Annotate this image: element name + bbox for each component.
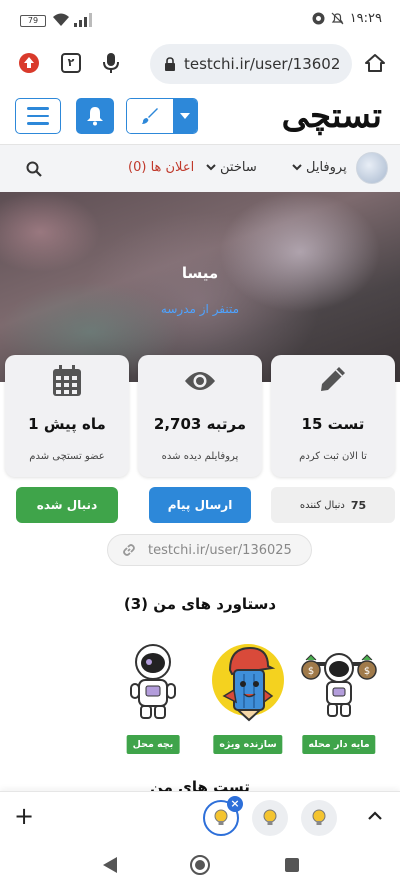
nav-build[interactable]: ساختن	[206, 160, 257, 175]
follow-button[interactable]: دنبال شده	[16, 487, 118, 523]
theme-button[interactable]	[127, 99, 173, 133]
back-icon[interactable]	[98, 853, 122, 877]
status-bar: 79 ۱۹:۲۹	[0, 0, 400, 38]
signal-icon	[74, 13, 92, 27]
clock: ۱۹:۲۹	[349, 11, 382, 26]
achievement-special-maker[interactable]: سازنده ویژه	[207, 640, 289, 754]
tab-group-item[interactable]	[301, 800, 337, 836]
stat-label: پروفایلم دیده شده	[161, 451, 239, 462]
svg-text:$: $	[364, 666, 370, 677]
achievement-rich[interactable]: $ $ مایه دار محله	[298, 640, 380, 754]
chevron-down-icon	[292, 164, 302, 171]
svg-text:$: $	[308, 666, 314, 677]
pencil-icon	[271, 365, 395, 393]
user-avatar[interactable]	[356, 152, 388, 184]
tab-group-item-active[interactable]: ×	[203, 796, 243, 836]
caret-down-icon	[180, 113, 190, 119]
recents-icon[interactable]	[280, 853, 304, 877]
stat-card-tests: 15 تست تا الان ثبت کردم	[271, 355, 395, 477]
close-tab-icon[interactable]: ×	[227, 796, 243, 812]
eye-icon	[138, 365, 262, 393]
tab-switcher-button[interactable]: ۲	[58, 50, 84, 76]
bottom-tab-bar: + ×	[0, 791, 400, 841]
lock-icon	[165, 56, 175, 71]
browser-toolbar: ۲ testchi.ir/user/13602	[0, 38, 400, 90]
battery-icon: 79	[20, 15, 46, 27]
profile-link-pill[interactable]: testchi.ir/user/136025	[107, 534, 312, 566]
menu-line	[27, 122, 49, 125]
system-nav-bar	[0, 841, 400, 889]
stat-card-views: 2,703 مرتبه پروفایلم دیده شده	[138, 355, 262, 477]
home-icon[interactable]	[362, 50, 388, 76]
stat-label: تا الان ثبت کردم	[299, 451, 367, 462]
lightbulb-icon	[263, 809, 277, 825]
calendar-icon	[5, 365, 129, 397]
link-icon	[123, 544, 135, 556]
lightbulb-icon	[214, 809, 228, 825]
profile-link-text: testchi.ir/user/136025	[148, 542, 292, 558]
nav-notifications[interactable]: اعلان ها (0)	[128, 160, 194, 175]
followers-label: دنبال کننده	[299, 499, 345, 511]
stat-value: 2,703 مرتبه	[153, 415, 247, 433]
home-circle-icon[interactable]	[188, 853, 212, 877]
achievement-label: سازنده ویژه	[213, 735, 283, 754]
main-nav: اعلان ها (0) ساختن پروفایل	[0, 144, 400, 192]
lightbulb-icon	[312, 809, 326, 825]
status-right: ۱۹:۲۹	[312, 11, 382, 26]
profile-banner: میسا متنفر از مدرسه	[0, 192, 400, 382]
achievement-label: مایه دار محله	[302, 735, 376, 754]
stat-value: 1 ماه پیش	[28, 415, 106, 433]
chevron-up-icon[interactable]	[368, 805, 382, 824]
stat-card-membership: 1 ماه پیش عضو تستچی شدم	[5, 355, 129, 477]
stat-value: 15 تست	[301, 415, 365, 433]
hamburger-menu-button[interactable]	[15, 98, 61, 134]
wifi-icon	[53, 13, 69, 26]
tab-group-item[interactable]	[252, 800, 288, 836]
profile-tagline: متنفر از مدرسه	[160, 302, 240, 316]
chrome-status-icon	[312, 12, 325, 25]
menu-line	[27, 114, 49, 118]
astronaut-icon	[112, 640, 194, 728]
theme-dropdown-toggle[interactable]	[173, 99, 197, 133]
achievement-label: بچه محل	[126, 735, 180, 754]
mic-icon[interactable]	[98, 50, 124, 76]
menu-line	[27, 107, 49, 110]
nav-build-label: ساختن	[220, 160, 257, 175]
chevron-down-icon	[206, 164, 216, 171]
astronaut-money-icon: $ $	[298, 640, 380, 728]
search-icon[interactable]	[26, 161, 42, 181]
send-message-button[interactable]: ارسال پیام	[149, 487, 251, 523]
achievement-neighbor[interactable]: بچه محل	[112, 640, 194, 754]
followers-count: 75	[350, 498, 367, 512]
site-header: تستچی	[0, 90, 400, 144]
profile-name: میسا	[181, 264, 219, 282]
stat-label: عضو تستچی شدم	[29, 451, 105, 462]
mute-icon	[331, 12, 344, 25]
achievements-title: دستاورد های من (3)	[123, 595, 277, 613]
site-logo[interactable]: تستچی	[282, 96, 383, 136]
tab-count: ۲	[61, 53, 81, 73]
url-text: testchi.ir/user/13602	[184, 55, 341, 73]
bell-icon	[87, 107, 103, 126]
pencil-mascot-icon	[207, 640, 289, 728]
nav-profile-label: پروفایل	[306, 160, 347, 175]
paintbrush-icon	[142, 108, 158, 124]
notification-bell-button[interactable]	[76, 98, 114, 134]
address-bar[interactable]: testchi.ir/user/13602	[150, 44, 352, 84]
new-tab-button[interactable]: +	[14, 802, 34, 830]
followers-button[interactable]: دنبال کننده 75	[271, 487, 395, 523]
theme-selector[interactable]	[126, 98, 198, 134]
upload-icon[interactable]	[16, 50, 42, 76]
nav-profile[interactable]: پروفایل	[292, 160, 347, 175]
